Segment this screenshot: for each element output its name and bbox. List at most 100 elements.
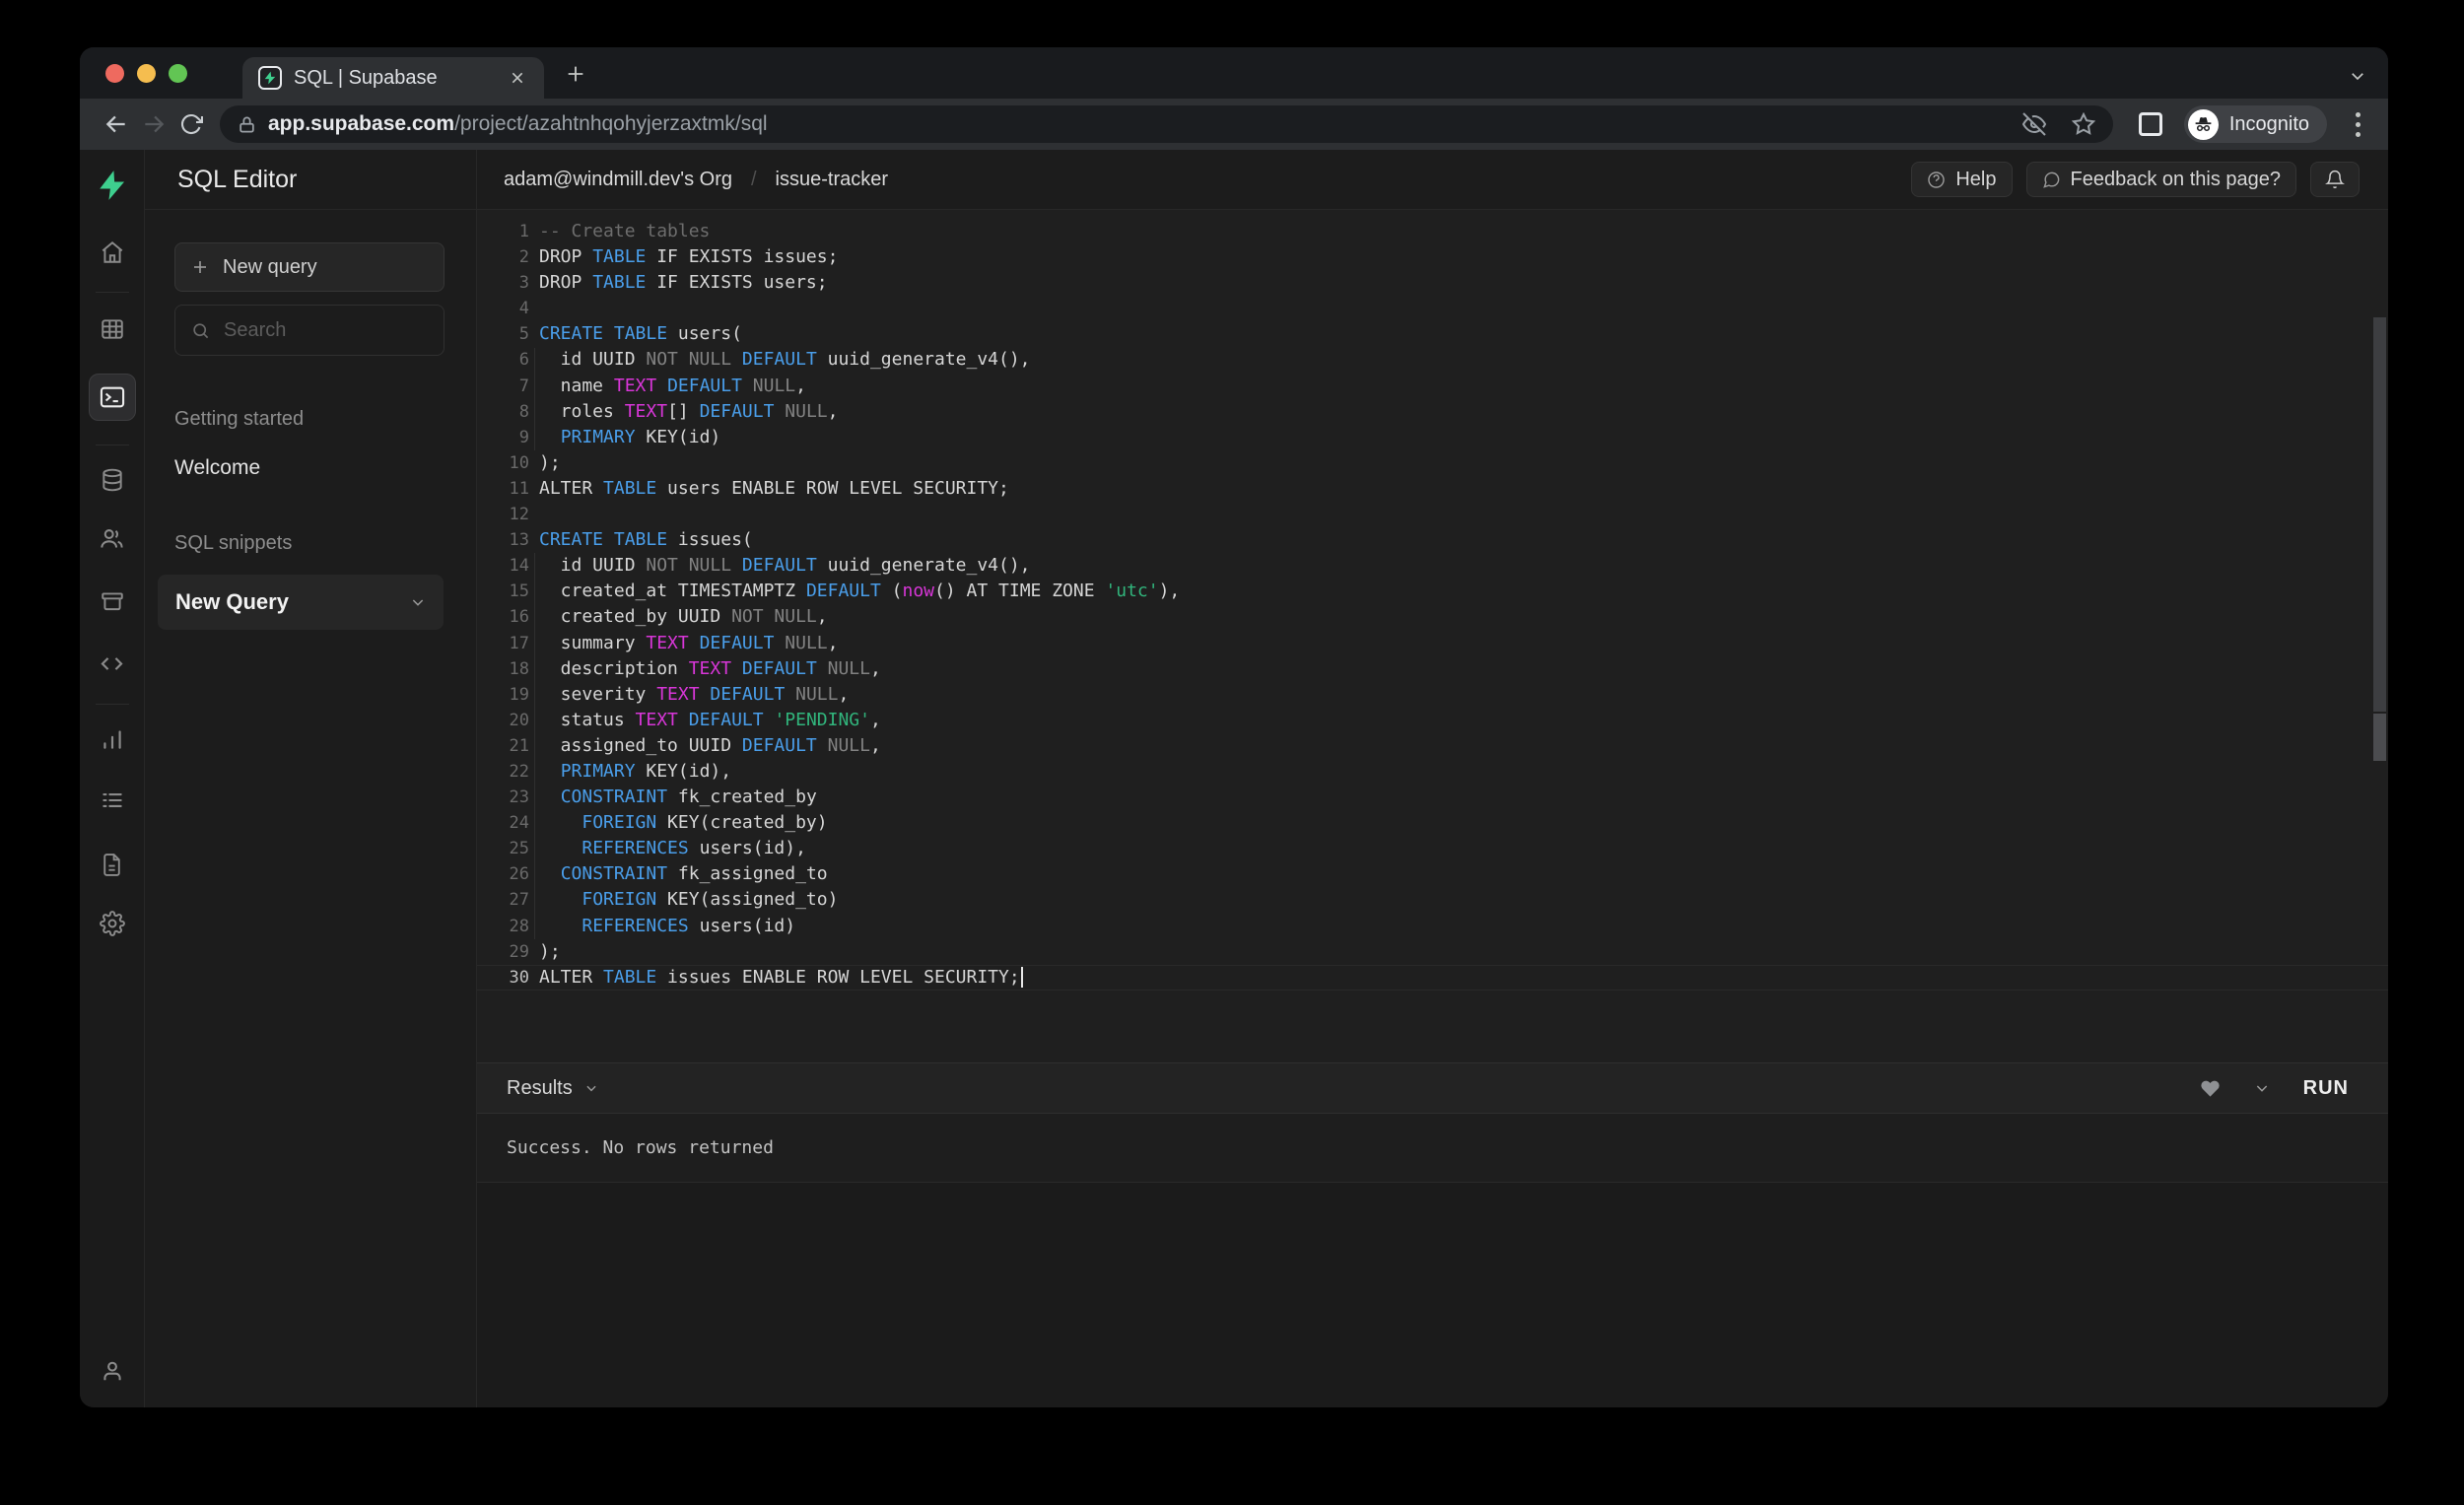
back-icon[interactable] <box>98 105 135 143</box>
line-content: DROP TABLE IF EXISTS issues; <box>529 244 838 270</box>
results-bar: Results RUN <box>477 1062 2388 1114</box>
supabase-app: SQL Editor New query Getting started Wel… <box>80 150 2388 1407</box>
breadcrumb-org[interactable]: adam@windmill.dev's Org <box>504 169 732 191</box>
eye-off-icon[interactable] <box>2022 112 2046 136</box>
code-line[interactable]: 15 created_at TIMESTAMPTZ DEFAULT (now()… <box>477 579 2388 604</box>
auth-users-icon[interactable] <box>89 523 136 553</box>
sql-editor-icon[interactable] <box>89 374 136 421</box>
code-line[interactable]: 29); <box>477 939 2388 965</box>
search-icon <box>191 321 210 340</box>
line-content: CREATE TABLE issues( <box>529 527 753 553</box>
new-tab-button[interactable] <box>556 54 595 94</box>
code-line[interactable]: 6 id UUID NOT NULL DEFAULT uuid_generate… <box>477 347 2388 373</box>
line-number: 7 <box>477 374 529 399</box>
code-line[interactable]: 1-- Create tables <box>477 219 2388 244</box>
code-line[interactable]: 23 CONSTRAINT fk_created_by <box>477 785 2388 810</box>
account-icon[interactable] <box>89 1356 136 1386</box>
bookmark-star-icon[interactable] <box>2072 112 2095 136</box>
run-button[interactable]: RUN <box>2303 1077 2349 1100</box>
incognito-label: Incognito <box>2229 113 2309 136</box>
notifications-button[interactable] <box>2310 162 2360 197</box>
url-text[interactable]: app.supabase.com/project/azahtnhqohyjerz… <box>268 112 1997 136</box>
tab-search-chevron-icon[interactable] <box>2349 67 2366 85</box>
help-button[interactable]: Help <box>1911 162 2012 197</box>
line-content: summary TEXT DEFAULT NULL, <box>529 631 838 656</box>
code-line[interactable]: 16 created_by UUID NOT NULL, <box>477 604 2388 630</box>
line-number: 13 <box>477 527 529 553</box>
code-line[interactable]: 10); <box>477 450 2388 476</box>
code-line[interactable]: 11ALTER TABLE users ENABLE ROW LEVEL SEC… <box>477 476 2388 502</box>
code-line[interactable]: 27 FOREIGN KEY(assigned_to) <box>477 887 2388 913</box>
search-box[interactable] <box>174 305 445 356</box>
code-line[interactable]: 7 name TEXT DEFAULT NULL, <box>477 374 2388 399</box>
code-line[interactable]: 30ALTER TABLE issues ENABLE ROW LEVEL SE… <box>477 965 2388 991</box>
code-line[interactable]: 3DROP TABLE IF EXISTS users; <box>477 270 2388 296</box>
code-line[interactable]: 12 <box>477 502 2388 527</box>
zoom-window-button[interactable] <box>169 64 187 83</box>
supabase-favicon-icon <box>258 66 282 90</box>
supabase-logo-icon[interactable] <box>96 169 129 202</box>
code-editor[interactable]: 1-- Create tables2DROP TABLE IF EXISTS i… <box>477 210 2388 1062</box>
home-icon[interactable] <box>89 238 136 267</box>
table-editor-icon[interactable] <box>89 314 136 344</box>
browser-menu-icon[interactable] <box>2345 112 2370 137</box>
incognito-icon <box>2188 109 2219 140</box>
code-line[interactable]: 2DROP TABLE IF EXISTS issues; <box>477 244 2388 270</box>
browser-tab[interactable]: SQL | Supabase <box>242 57 544 99</box>
new-query-button[interactable]: New query <box>174 242 445 292</box>
chevron-down-icon[interactable] <box>410 594 426 610</box>
page-scrollbar-thumb[interactable] <box>2373 317 2386 712</box>
favorite-heart-icon[interactable] <box>2200 1078 2221 1099</box>
url-bar[interactable]: app.supabase.com/project/azahtnhqohyjerz… <box>220 105 2113 143</box>
results-message: Success. No rows returned <box>477 1114 2388 1183</box>
code-line[interactable]: 26 CONSTRAINT fk_assigned_to <box>477 861 2388 887</box>
code-line[interactable]: 28 REFERENCES users(id) <box>477 914 2388 939</box>
plus-icon <box>191 258 209 276</box>
side-panel-toggle-icon[interactable] <box>2139 112 2162 136</box>
line-number: 18 <box>477 656 529 682</box>
line-number: 29 <box>477 939 529 965</box>
forward-icon[interactable] <box>135 105 172 143</box>
code-line[interactable]: 17 summary TEXT DEFAULT NULL, <box>477 631 2388 656</box>
feedback-button[interactable]: Feedback on this page? <box>2026 162 2297 197</box>
code-line[interactable]: 19 severity TEXT DEFAULT NULL, <box>477 682 2388 708</box>
edge-functions-icon[interactable] <box>89 649 136 678</box>
settings-gear-icon[interactable] <box>89 909 136 938</box>
breadcrumb-project[interactable]: issue-tracker <box>776 169 888 191</box>
code-line[interactable]: 4 <box>477 296 2388 321</box>
search-input[interactable] <box>224 319 401 342</box>
logs-icon[interactable] <box>89 786 136 815</box>
line-content: assigned_to UUID DEFAULT NULL, <box>529 733 881 759</box>
storage-icon[interactable] <box>89 586 136 616</box>
code-line[interactable]: 9 PRIMARY KEY(id) <box>477 425 2388 450</box>
code-line[interactable]: 18 description TEXT DEFAULT NULL, <box>477 656 2388 682</box>
results-dropdown[interactable]: Results <box>507 1077 598 1100</box>
code-line[interactable]: 22 PRIMARY KEY(id), <box>477 759 2388 785</box>
code-line[interactable]: 14 id UUID NOT NULL DEFAULT uuid_generat… <box>477 553 2388 579</box>
breadcrumb-separator: / <box>751 169 757 191</box>
reports-icon[interactable] <box>89 724 136 754</box>
line-number: 16 <box>477 604 529 630</box>
api-docs-icon[interactable] <box>89 850 136 879</box>
sidebar-item-welcome[interactable]: Welcome <box>174 456 476 480</box>
line-content: -- Create tables <box>529 219 710 244</box>
macos-window-controls <box>105 64 187 83</box>
run-options-chevron-icon[interactable] <box>2254 1080 2270 1096</box>
code-line[interactable]: 20 status TEXT DEFAULT 'PENDING', <box>477 708 2388 733</box>
tab-close-icon[interactable] <box>505 65 530 91</box>
code-line[interactable]: 8 roles TEXT[] DEFAULT NULL, <box>477 399 2388 425</box>
reload-icon[interactable] <box>172 105 210 143</box>
code-line[interactable]: 21 assigned_to UUID DEFAULT NULL, <box>477 733 2388 759</box>
close-window-button[interactable] <box>105 64 124 83</box>
code-line[interactable]: 5CREATE TABLE users( <box>477 321 2388 347</box>
chat-bubble-icon <box>2042 171 2061 189</box>
lock-icon[interactable] <box>238 115 256 134</box>
line-content: CREATE TABLE users( <box>529 321 742 347</box>
code-line[interactable]: 24 FOREIGN KEY(created_by) <box>477 810 2388 836</box>
editor-scrollbar-thumb[interactable] <box>2373 714 2386 761</box>
minimize-window-button[interactable] <box>137 64 156 83</box>
code-line[interactable]: 13CREATE TABLE issues( <box>477 527 2388 553</box>
code-line[interactable]: 25 REFERENCES users(id), <box>477 836 2388 861</box>
database-icon[interactable] <box>89 465 136 495</box>
sidebar-item-new-query[interactable]: New Query <box>158 575 444 630</box>
